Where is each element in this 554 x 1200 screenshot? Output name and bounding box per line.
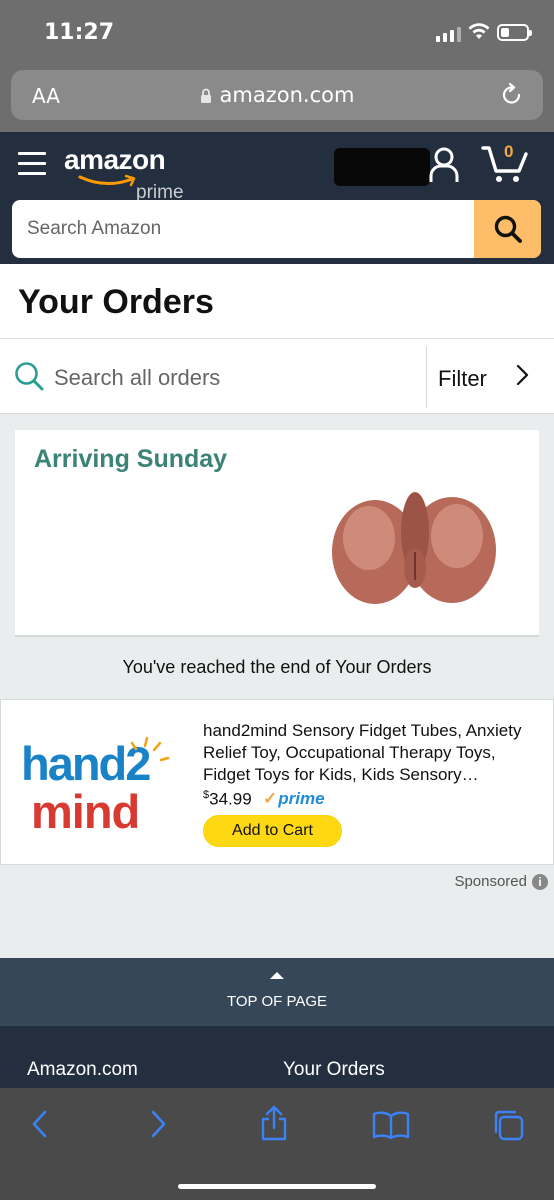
amazon-search-bar bbox=[12, 200, 541, 258]
lock-icon bbox=[200, 88, 211, 103]
url-text: amazon.com bbox=[219, 83, 355, 107]
tabs-icon[interactable] bbox=[491, 1108, 525, 1142]
search-icon bbox=[15, 362, 44, 391]
search-submit-button[interactable] bbox=[474, 200, 541, 258]
end-of-orders-message: You've reached the end of Your Orders bbox=[122, 657, 432, 677]
bookmarks-icon[interactable] bbox=[372, 1110, 410, 1140]
reload-icon[interactable] bbox=[499, 82, 525, 108]
hand2mind-logo[interactable]: hand2 mind bbox=[21, 736, 181, 838]
prime-badge: ✓prime bbox=[263, 789, 325, 809]
prime-label: prime bbox=[278, 789, 325, 808]
chevron-right-icon[interactable] bbox=[515, 363, 531, 387]
wifi-icon bbox=[468, 23, 490, 39]
status-bar: 11:27 bbox=[0, 0, 554, 66]
orders-page: Your Orders Search all orders Filter Arr… bbox=[0, 264, 554, 1088]
forward-icon[interactable] bbox=[146, 1108, 170, 1140]
logo-smile-icon bbox=[78, 174, 136, 187]
order-search-input[interactable]: Search all orders bbox=[54, 365, 220, 391]
back-to-top-label: TOP OF PAGE bbox=[226, 993, 328, 1010]
account-icon[interactable] bbox=[428, 146, 460, 184]
brand-logo-top-text: hand2 bbox=[21, 737, 150, 790]
prime-check-icon: ✓ bbox=[263, 789, 278, 808]
browser-toolbar bbox=[0, 1088, 554, 1200]
cellular-signal-icon bbox=[436, 27, 461, 42]
price-value: 34.99 bbox=[209, 789, 252, 809]
order-card[interactable]: Arriving Sunday bbox=[15, 430, 539, 637]
share-icon[interactable] bbox=[259, 1104, 289, 1142]
home-indicator[interactable] bbox=[178, 1184, 376, 1189]
info-icon[interactable]: i bbox=[532, 873, 548, 890]
cart-count-badge: 0 bbox=[504, 142, 514, 161]
back-icon[interactable] bbox=[28, 1108, 52, 1140]
footer-link-amazon[interactable]: Amazon.com bbox=[27, 1059, 138, 1081]
filter-button[interactable]: Filter bbox=[438, 366, 487, 392]
divider bbox=[426, 346, 427, 408]
amazon-header: amazon prime 0 bbox=[0, 132, 554, 264]
brand-logo-bottom-text: mind bbox=[31, 785, 139, 836]
status-time: 11:27 bbox=[44, 20, 115, 45]
address-bar[interactable]: AA amazon.com bbox=[11, 70, 543, 120]
menu-hamburger-icon[interactable] bbox=[18, 152, 46, 176]
redacted-account-name bbox=[334, 148, 430, 186]
title-area: Your Orders bbox=[0, 264, 554, 339]
order-product-image[interactable] bbox=[329, 480, 499, 610]
back-to-top-button[interactable]: TOP OF PAGE bbox=[0, 958, 554, 1026]
sponsored-label: Sponsored bbox=[454, 873, 527, 890]
amazon-search-input[interactable] bbox=[12, 200, 474, 258]
url-display[interactable]: amazon.com bbox=[11, 83, 543, 107]
search-icon bbox=[494, 215, 522, 243]
order-search-row: Search all orders Filter bbox=[0, 339, 554, 414]
logo-wordmark: amazon bbox=[64, 144, 166, 175]
amazon-prime-logo[interactable]: amazon prime bbox=[64, 144, 184, 203]
sponsored-product-title[interactable]: hand2mind Sensory Fidget Tubes, Anxiety … bbox=[203, 720, 543, 786]
product-price: $34.99 bbox=[203, 789, 252, 810]
page-title: Your Orders bbox=[18, 283, 214, 321]
footer-link-your-orders[interactable]: Your Orders bbox=[283, 1059, 385, 1081]
sponsored-product-card[interactable]: hand2 mind hand2mind Sensory Fidget Tube… bbox=[0, 699, 554, 865]
footer-links: Amazon.com Your Orders bbox=[0, 1026, 554, 1088]
sponsored-label-row[interactable]: Sponsored i bbox=[454, 873, 548, 890]
browser-address-area: AA amazon.com bbox=[0, 66, 554, 132]
delivery-status: Arriving Sunday bbox=[34, 445, 228, 473]
caret-up-icon bbox=[270, 972, 284, 979]
add-to-cart-button[interactable]: Add to Cart bbox=[203, 815, 342, 847]
battery-icon bbox=[497, 24, 532, 41]
